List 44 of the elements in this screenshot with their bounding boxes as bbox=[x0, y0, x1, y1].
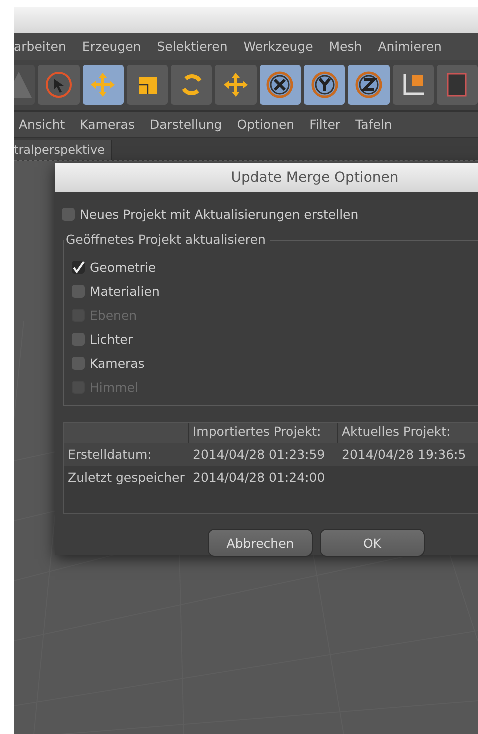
toolbar-button[interactable] bbox=[392, 65, 434, 105]
group-title: Geöffnetes Projekt aktualisieren bbox=[64, 232, 270, 247]
toolbar-button[interactable] bbox=[260, 65, 301, 105]
y-axis-icon bbox=[310, 70, 340, 100]
menu-item[interactable]: Kameras bbox=[80, 117, 135, 132]
toolbar-button[interactable] bbox=[436, 65, 478, 105]
menu-item[interactable]: Mesh bbox=[329, 39, 362, 54]
menu-item[interactable]: Tafeln bbox=[356, 117, 392, 132]
toolbar-button[interactable] bbox=[171, 65, 212, 105]
checkbox-label: Lichter bbox=[90, 332, 133, 346]
toolbar-button[interactable] bbox=[215, 65, 257, 105]
table-cell-text: 2014/04/28 19:36:5 bbox=[341, 447, 468, 462]
dialog-title: Update Merge Optionen bbox=[231, 170, 399, 186]
toolbar-button[interactable] bbox=[126, 65, 168, 105]
table-cell-text: Erstelldatum: bbox=[67, 447, 153, 462]
dialog-button[interactable]: Abbrechen bbox=[208, 529, 313, 557]
checkbox[interactable] bbox=[72, 356, 85, 370]
toolbar-button[interactable] bbox=[38, 65, 80, 105]
menu-item[interactable]: Animieren bbox=[378, 39, 442, 54]
menu-item[interactable]: Selektieren bbox=[157, 39, 228, 54]
checkbox-label: Materialien bbox=[90, 284, 160, 298]
table-cell-text: Zuletzt gespeicher bbox=[67, 470, 186, 485]
checkbox-label: Kameras bbox=[90, 356, 145, 370]
table-cell-text: 2014/04/28 01:24:00 bbox=[192, 470, 326, 485]
menu-item[interactable]: Optionen bbox=[237, 117, 295, 132]
table-cell-text: 2014/04/28 01:23:59 bbox=[192, 447, 326, 462]
checkbox[interactable] bbox=[62, 208, 75, 220]
checkbox-label: Geometrie bbox=[90, 260, 156, 274]
menu-item[interactable]: Erzeugen bbox=[82, 39, 142, 54]
menu-item[interactable]: Filter bbox=[310, 117, 341, 132]
menu-item[interactable]: Werkzeuge bbox=[244, 39, 314, 54]
cursor-icon bbox=[44, 70, 74, 100]
checkbox[interactable] bbox=[72, 284, 85, 298]
view-tab[interactable]: tralperspektive bbox=[14, 140, 112, 160]
checkbox[interactable] bbox=[72, 332, 85, 346]
z-axis-icon bbox=[354, 70, 384, 100]
dialog-button[interactable]: OK bbox=[320, 529, 425, 557]
toolbar-button[interactable] bbox=[304, 65, 346, 105]
menu-item[interactable]: arbeiten bbox=[14, 39, 66, 54]
x-axis-icon bbox=[265, 70, 296, 100]
menu-item[interactable]: Ansicht bbox=[19, 117, 66, 132]
checkbox-label: Neues Projekt mit Aktualisierungen erstellen bbox=[80, 206, 359, 222]
toolbar-button[interactable] bbox=[348, 65, 390, 105]
menu-item[interactable]: Darstellung bbox=[150, 117, 222, 132]
